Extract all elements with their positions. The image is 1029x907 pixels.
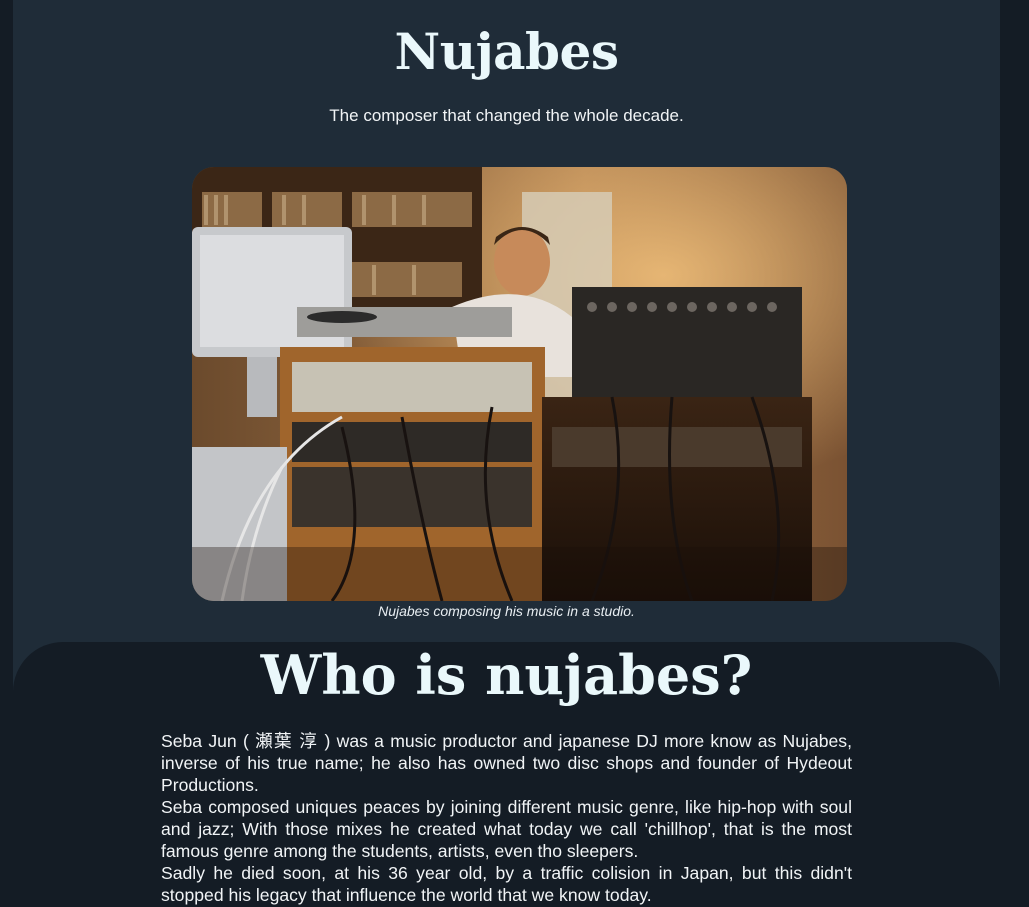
about-paragraph: Seba Jun ( 瀬葉 淳 ) was a music productor … xyxy=(161,731,852,795)
page: Nujabes The composer that changed the wh… xyxy=(0,0,1029,907)
hero-section: Nujabes The composer that changed the wh… xyxy=(13,0,1000,700)
about-heading: Who is nujabes? xyxy=(260,643,753,707)
about-section: Who is nujabes? Seba Jun ( 瀬葉 淳 ) was a … xyxy=(13,642,1000,907)
about-text: Seba Jun ( 瀬葉 淳 ) was a music productor … xyxy=(161,730,852,906)
about-paragraph: Seba composed uniques peaces by joining … xyxy=(161,797,852,861)
studio-photo xyxy=(192,167,847,601)
photo-caption: Nujabes composing his music in a studio. xyxy=(378,603,635,619)
about-paragraph: Sadly he died soon, at his 36 year old, … xyxy=(161,863,852,905)
page-subtitle: The composer that changed the whole deca… xyxy=(329,106,684,125)
page-title: Nujabes xyxy=(394,22,619,81)
